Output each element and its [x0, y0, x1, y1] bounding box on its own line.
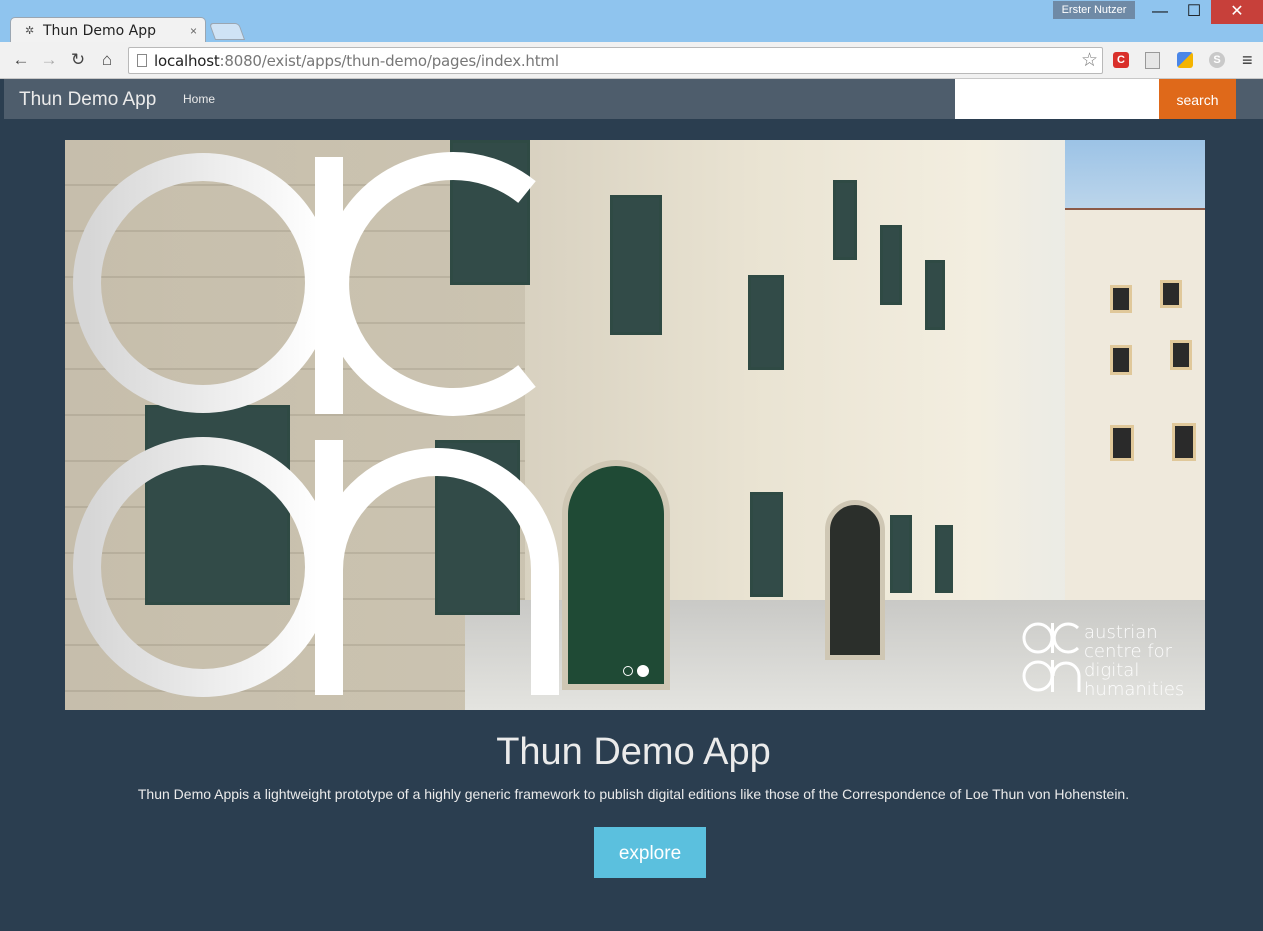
- search-button[interactable]: search: [1159, 79, 1236, 119]
- site-navbar: Thun Demo App Home search: [4, 79, 1263, 119]
- explore-button[interactable]: explore: [594, 827, 706, 878]
- skype-extension-icon[interactable]: S: [1209, 52, 1225, 68]
- window: [935, 525, 953, 593]
- window: [1170, 340, 1192, 370]
- window: [890, 515, 912, 593]
- translate-extension-icon[interactable]: [1177, 52, 1193, 68]
- carousel-indicator-1[interactable]: [623, 665, 633, 676]
- browser-tab[interactable]: ✲ Thun Demo App ×: [10, 17, 206, 44]
- window: [1110, 345, 1132, 375]
- nav-home-link[interactable]: Home: [183, 92, 215, 106]
- window: [1110, 425, 1134, 461]
- brand-link[interactable]: Thun Demo App: [19, 89, 156, 111]
- minimize-button[interactable]: —: [1143, 0, 1177, 24]
- forward-icon[interactable]: →: [38, 50, 60, 70]
- web-page: Thun Demo App Home search austrian centr…: [4, 79, 1263, 931]
- search-input[interactable]: [955, 79, 1159, 119]
- window: [750, 492, 783, 597]
- page-title: Thun Demo App: [496, 731, 771, 773]
- logo-line: austrian: [1084, 622, 1158, 643]
- page-icon: [137, 54, 147, 67]
- logo-line: humanities: [1084, 679, 1185, 700]
- c-extension-icon[interactable]: C: [1113, 52, 1129, 68]
- close-window-button[interactable]: ✕: [1211, 0, 1263, 24]
- maximize-button[interactable]: ☐: [1177, 0, 1211, 24]
- browser-toolbar: ← → ↻ ⌂ localhost:8080/exist/apps/thun-d…: [0, 42, 1263, 79]
- document-extension-icon[interactable]: [1145, 52, 1160, 69]
- bookmark-star-icon[interactable]: ☆: [1081, 49, 1098, 72]
- carousel-indicator-2[interactable]: [637, 664, 649, 677]
- home-icon[interactable]: ⌂: [96, 50, 118, 70]
- new-tab-button[interactable]: [208, 23, 246, 40]
- acdh-logo-text: austrian centre for digital humanities: [1084, 623, 1184, 699]
- url-text: localhost:8080/exist/apps/thun-demo/page…: [154, 52, 559, 70]
- profile-badge[interactable]: Erster Nutzer: [1053, 1, 1135, 19]
- logo-line: digital: [1084, 660, 1140, 681]
- carousel-indicators: [623, 662, 653, 680]
- reload-icon[interactable]: ↻: [67, 50, 89, 70]
- browser-titlebar: ✲ Thun Demo App × Erster Nutzer — ☐ ✕: [0, 0, 1263, 44]
- tab-title: Thun Demo App: [43, 23, 157, 39]
- window: [833, 180, 857, 260]
- window: [925, 260, 945, 330]
- window: [1172, 423, 1196, 461]
- address-bar[interactable]: localhost:8080/exist/apps/thun-demo/page…: [128, 47, 1103, 74]
- window: [1160, 280, 1182, 308]
- tab-favicon-icon: ✲: [25, 25, 35, 37]
- acdh-logo-large: [73, 152, 559, 697]
- menu-icon[interactable]: ≡: [1242, 50, 1253, 71]
- logo-line: centre for: [1084, 641, 1172, 662]
- window: [880, 225, 902, 305]
- back-icon[interactable]: ←: [10, 50, 32, 70]
- window: [1110, 285, 1132, 313]
- green-door: [562, 460, 670, 690]
- arched-doorway: [825, 500, 885, 660]
- hero-carousel: austrian centre for digital humanities: [65, 140, 1205, 710]
- window: [610, 195, 662, 335]
- window: [748, 275, 784, 370]
- page-description: Thun Demo Appis a lightweight prototype …: [137, 786, 1130, 802]
- tab-close-icon[interactable]: ×: [190, 24, 197, 38]
